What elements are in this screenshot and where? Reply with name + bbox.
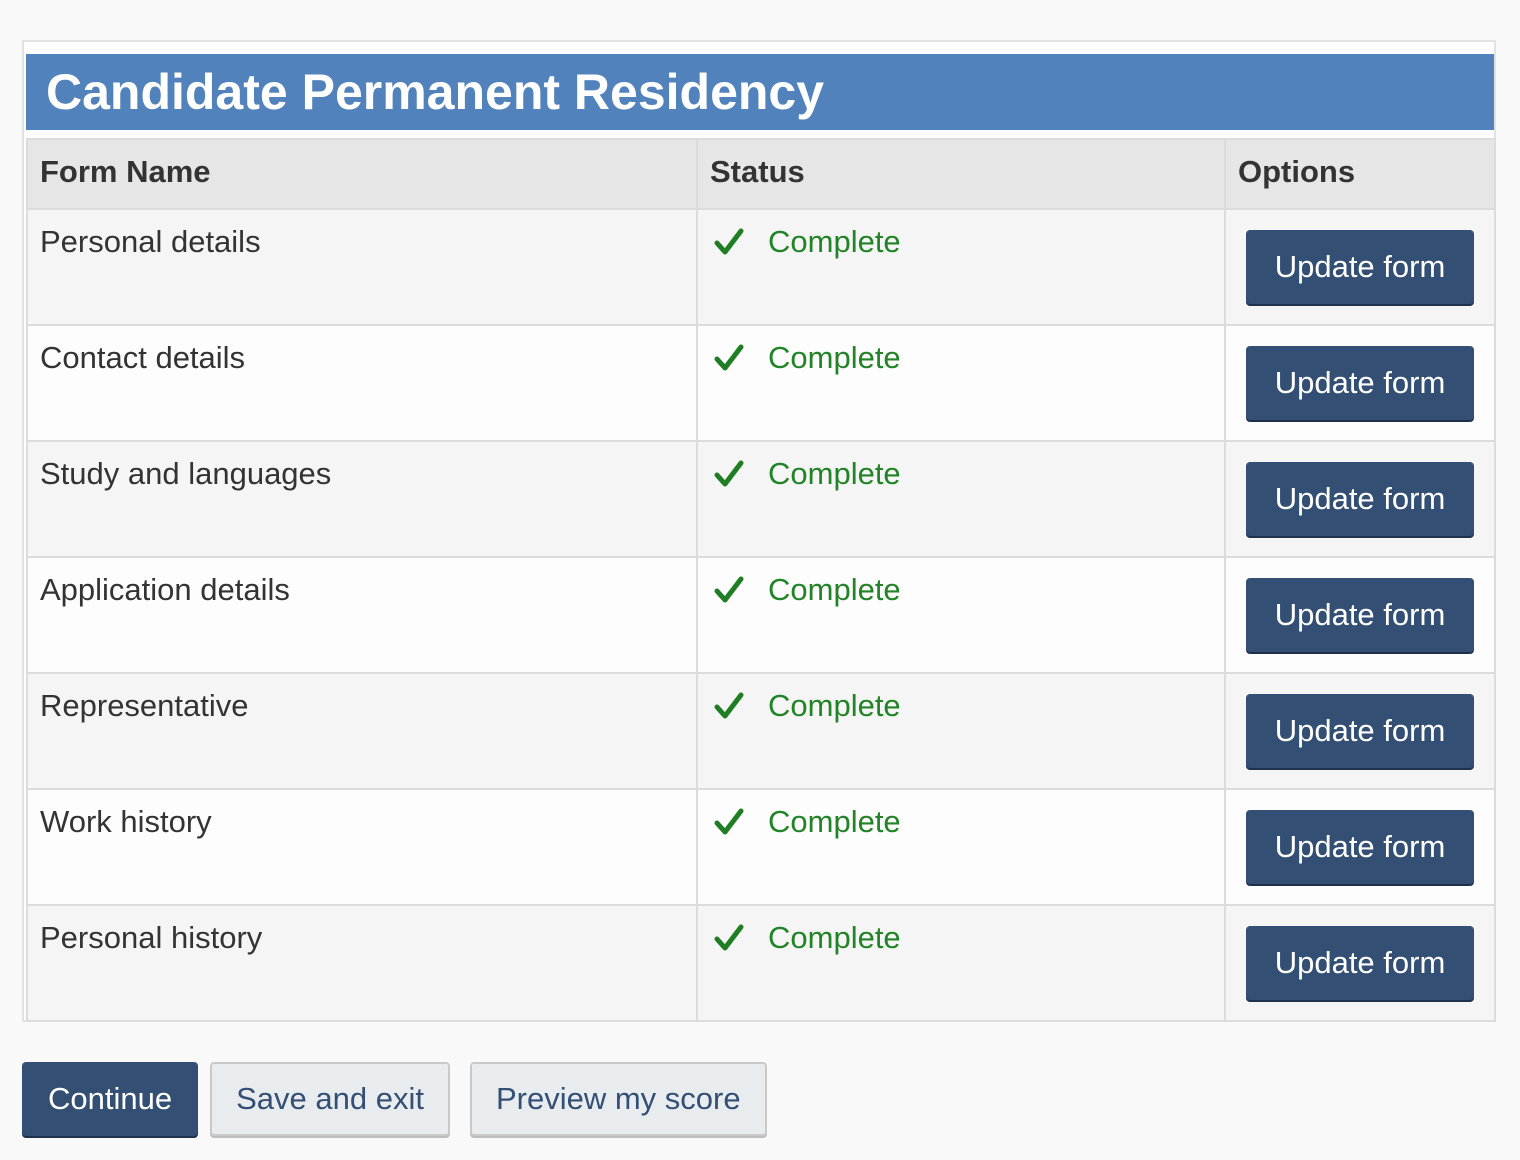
update-form-button[interactable]: Update form: [1246, 346, 1474, 420]
form-actions: Continue Save and exit Preview my score: [22, 1062, 767, 1136]
status-cell: Complete: [696, 208, 1226, 326]
table-row: Personal details Complete Update form: [26, 208, 1496, 326]
checkmark-icon: [714, 228, 744, 255]
panel-title: Candidate Permanent Residency: [26, 54, 1494, 130]
checkmark-icon: [714, 924, 744, 951]
checkmark-icon: [714, 460, 744, 487]
update-form-button[interactable]: Update form: [1246, 694, 1474, 768]
table-row: Application details Complete Update form: [26, 556, 1496, 674]
form-name-cell: Personal history: [26, 904, 698, 1022]
status-text: Complete: [768, 688, 901, 723]
status-text: Complete: [768, 572, 901, 607]
checkmark-icon: [714, 808, 744, 835]
form-name-cell: Personal details: [26, 208, 698, 326]
status-cell: Complete: [696, 788, 1226, 906]
update-form-button[interactable]: Update form: [1246, 926, 1474, 1000]
column-header-status: Status: [696, 138, 1226, 210]
table-row: Work history Complete Update form: [26, 788, 1496, 906]
preview-score-button[interactable]: Preview my score: [469, 1062, 767, 1136]
options-cell: Update form: [1224, 208, 1496, 326]
options-cell: Update form: [1224, 672, 1496, 790]
save-and-exit-button[interactable]: Save and exit: [210, 1062, 450, 1136]
checkmark-icon: [714, 692, 744, 719]
column-header-options: Options: [1224, 138, 1496, 210]
form-name-cell: Representative: [26, 672, 698, 790]
status-cell: Complete: [696, 904, 1226, 1022]
form-name-cell: Work history: [26, 788, 698, 906]
status-cell: Complete: [696, 440, 1226, 558]
options-cell: Update form: [1224, 788, 1496, 906]
options-cell: Update form: [1224, 440, 1496, 558]
status-text: Complete: [768, 224, 901, 259]
table-row: Personal history Complete Update form: [26, 904, 1496, 1022]
forms-table: Form Name Status Options Personal detail…: [26, 138, 1496, 1022]
options-cell: Update form: [1224, 324, 1496, 442]
form-name-cell: Study and languages: [26, 440, 698, 558]
status-text: Complete: [768, 920, 901, 955]
table-row: Contact details Complete Update form: [26, 324, 1496, 442]
update-form-button[interactable]: Update form: [1246, 230, 1474, 304]
options-cell: Update form: [1224, 556, 1496, 674]
form-name-cell: Contact details: [26, 324, 698, 442]
status-text: Complete: [768, 340, 901, 375]
status-cell: Complete: [696, 324, 1226, 442]
status-cell: Complete: [696, 672, 1226, 790]
update-form-button[interactable]: Update form: [1246, 578, 1474, 652]
options-cell: Update form: [1224, 904, 1496, 1022]
table-row: Representative Complete Update form: [26, 672, 1496, 790]
column-header-form-name: Form Name: [26, 138, 698, 210]
update-form-button[interactable]: Update form: [1246, 462, 1474, 536]
status-cell: Complete: [696, 556, 1226, 674]
table-row: Study and languages Complete Update form: [26, 440, 1496, 558]
update-form-button[interactable]: Update form: [1246, 810, 1474, 884]
checkmark-icon: [714, 344, 744, 371]
status-text: Complete: [768, 804, 901, 839]
form-name-cell: Application details: [26, 556, 698, 674]
checkmark-icon: [714, 576, 744, 603]
table-header-row: Form Name Status Options: [26, 138, 1496, 210]
status-text: Complete: [768, 456, 901, 491]
continue-button[interactable]: Continue: [22, 1062, 199, 1136]
forms-panel: Candidate Permanent Residency Form Name …: [22, 40, 1496, 1022]
